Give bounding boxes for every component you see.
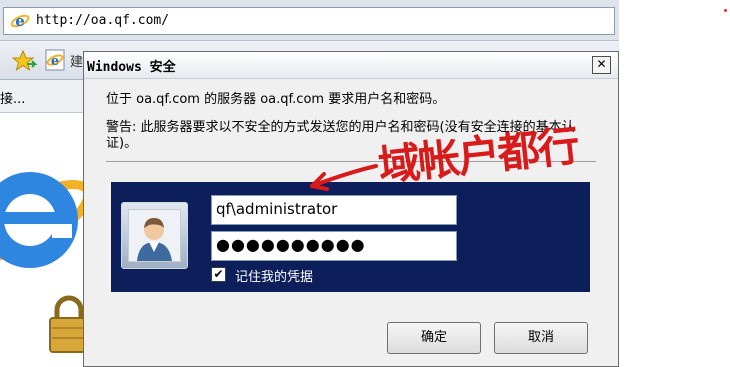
ok-button[interactable]: 确定 <box>387 322 481 354</box>
close-icon: ✕ <box>596 57 607 71</box>
dialog-title: Windows 安全 <box>87 60 176 75</box>
ie-logo-icon <box>0 172 90 268</box>
marker-dot <box>724 9 727 12</box>
tab-title[interactable]: 建 <box>70 51 83 70</box>
favorites-star-icon[interactable] <box>12 50 38 72</box>
credential-panel: qf\administrator ●●●●●●●●●● ✔ 记住我的凭据 <box>111 182 590 292</box>
cancel-button[interactable]: 取消 <box>494 322 588 354</box>
avatar-frame-inner <box>128 209 181 262</box>
close-button[interactable]: ✕ <box>592 56 611 74</box>
address-url: http://oa.qf.com/ <box>36 13 170 28</box>
check-icon: ✔ <box>213 267 224 281</box>
arrow-icon <box>310 164 378 191</box>
dialog-message: 位于 oa.qf.com 的服务器 oa.qf.com 要求用户名和密码。 <box>106 92 446 107</box>
remember-credentials[interactable]: ✔ 记住我的凭据 <box>211 265 411 285</box>
password-field[interactable]: ●●●●●●●●●● <box>211 231 457 261</box>
svg-text:e: e <box>51 54 59 69</box>
dialog-title-bar[interactable]: Windows 安全 ✕ <box>84 52 618 79</box>
windows-security-dialog: Windows 安全 ✕ 位于 oa.qf.com 的服务器 oa.qf.com… <box>83 51 619 367</box>
remember-checkbox[interactable]: ✔ <box>211 267 226 282</box>
address-bar-row: e http://oa.qf.com/ <box>0 0 619 41</box>
username-field[interactable]: qf\administrator <box>211 195 457 225</box>
user-avatar-icon <box>129 210 180 261</box>
ie-icon: e <box>10 12 30 30</box>
status-text: 接... <box>0 92 26 107</box>
page-status: 接... <box>0 80 90 113</box>
svg-text:e: e <box>15 12 25 30</box>
avatar <box>121 202 188 269</box>
address-bar[interactable]: e http://oa.qf.com/ <box>3 7 615 35</box>
remember-label: 记住我的凭据 <box>235 270 314 285</box>
ie-icon[interactable]: e <box>45 49 67 71</box>
